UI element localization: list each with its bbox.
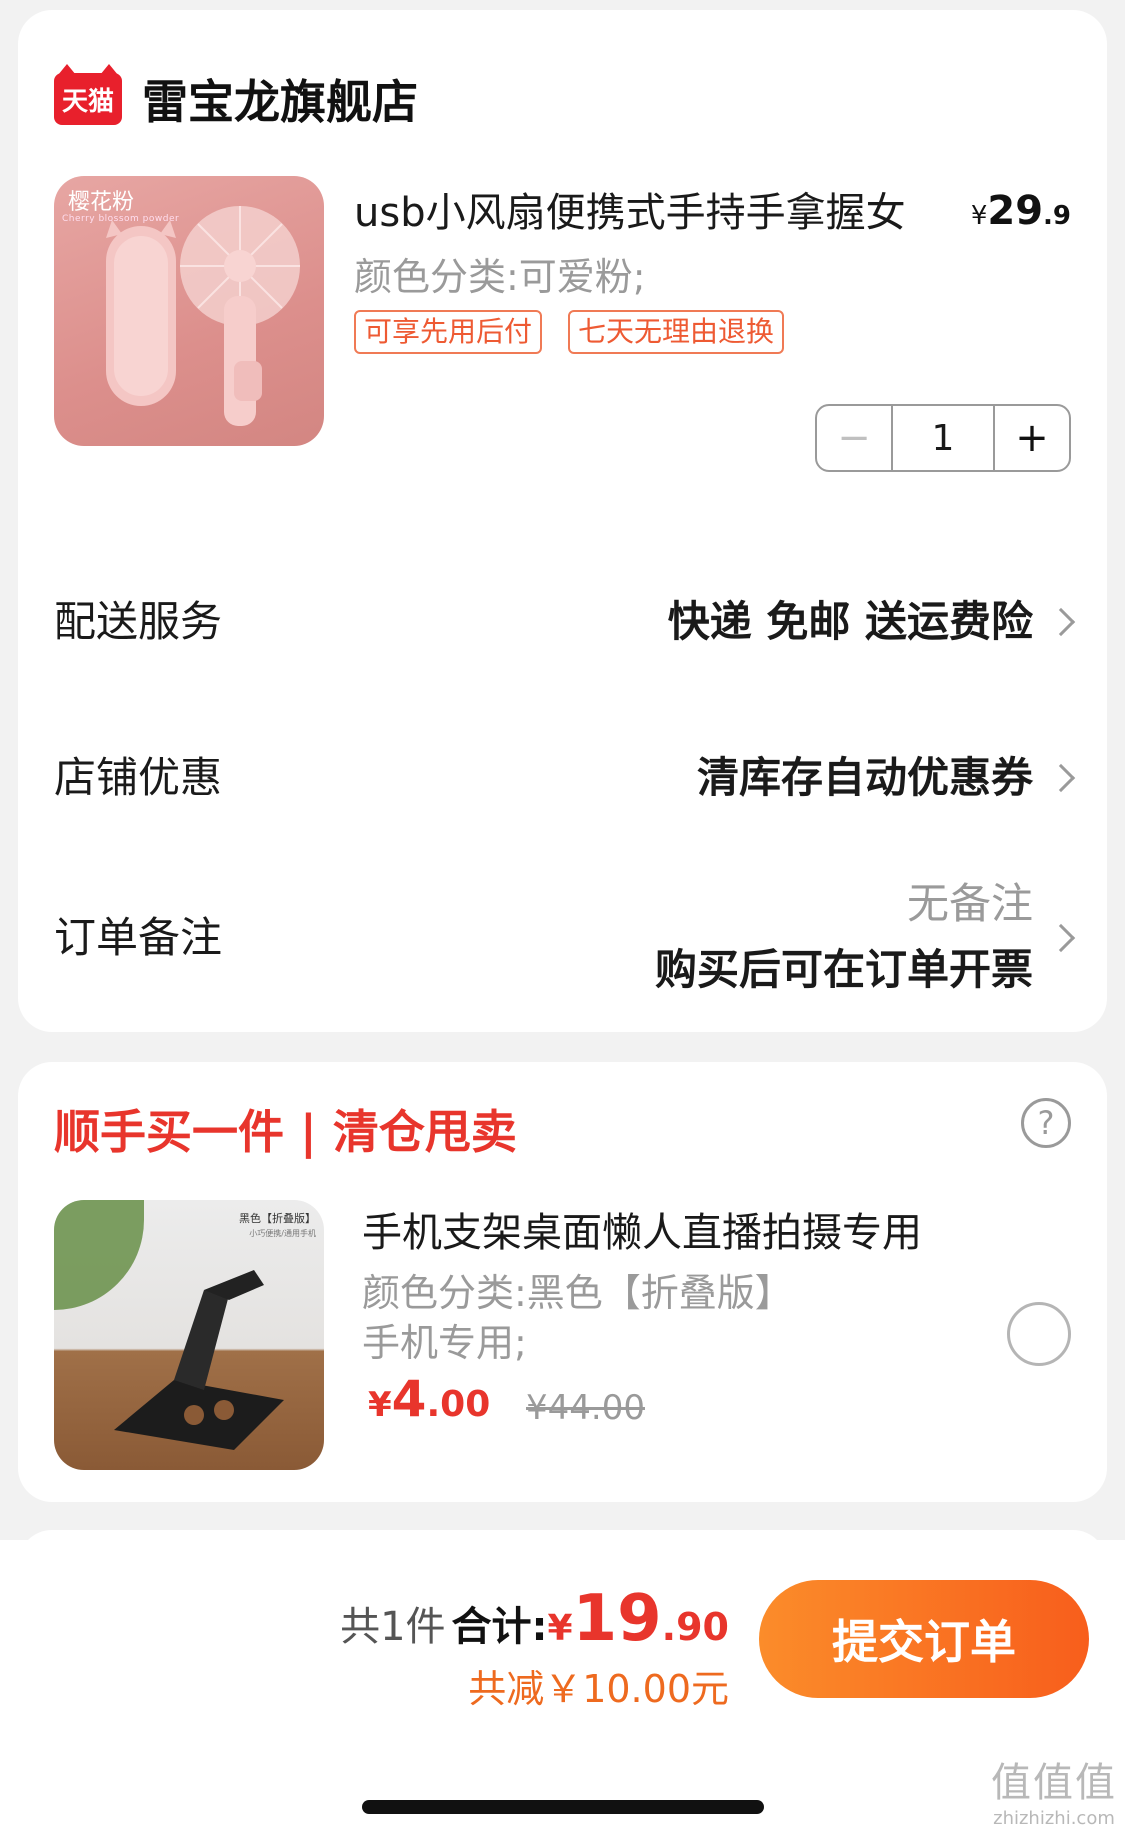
total-label: 合计: [451, 1604, 548, 1650]
total-integer: 19 [572, 1582, 662, 1656]
coupon-label: 店铺优惠 [54, 753, 223, 802]
tag-return-policy: 七天无理由退换 [568, 310, 785, 354]
submit-order-button[interactable]: 提交订单 [759, 1580, 1089, 1698]
watermark-url: zhizhizhi.com [993, 1808, 1115, 1829]
price-integer: 29 [987, 188, 1044, 234]
decrement-button[interactable]: − [817, 406, 891, 470]
addon-product-title[interactable]: 手机支架桌面懒人直播拍摄专用 [362, 1200, 922, 1258]
total-currency: ¥ [547, 1608, 573, 1649]
chevron-right-icon [1046, 763, 1076, 793]
shop-name[interactable]: 雷宝龙旗舰店 [142, 66, 418, 132]
site-watermark: 值值值 zhizhizhi.com [991, 1750, 1117, 1829]
item-count: 共1件 [340, 1604, 446, 1650]
deal-integer: 4 [391, 1370, 427, 1428]
deal-decimal: .00 [426, 1384, 491, 1425]
shop-header[interactable]: 天猫 雷宝龙旗舰店 [54, 64, 418, 132]
thumb-label: 樱花粉 [68, 190, 135, 215]
stand-thumb-label: 黑色【折叠版】 [239, 1212, 316, 1225]
shop-order-card: 天猫 雷宝龙旗舰店 樱花粉 Cherry blossom powder usb小… [18, 10, 1107, 1032]
note-value: 无备注 [906, 879, 1033, 928]
deal-currency: ¥ [368, 1385, 392, 1425]
quantity-stepper: − 1 + [815, 404, 1071, 472]
addon-deal-price: ¥4.00 [368, 1370, 490, 1428]
product-title[interactable]: usb小风扇便携式手持手拿握女 [354, 180, 906, 238]
tag-pay-later: 可享先用后付 [354, 310, 543, 354]
addon-spec-line1: 颜色分类:黑色【折叠版】 [362, 1271, 793, 1315]
addon-original-price: ¥44.00 [526, 1388, 645, 1428]
order-total: 共1件 合计:¥19.90 [340, 1582, 729, 1656]
delivery-label: 配送服务 [54, 597, 223, 646]
coupon-value: 清库存自动优惠券 [696, 753, 1033, 802]
stand-illustration [114, 1270, 284, 1450]
addon-card: 顺手买一件 | 清仓甩卖 ? 黑色【折叠版】 小巧便携/通用手机 手机支架桌面懒… [18, 1062, 1107, 1502]
quantity-value[interactable]: 1 [891, 406, 995, 470]
note-invoice-hint: 购买后可在订单开票 [654, 945, 1033, 994]
addon-title: 顺手买一件 | 清仓甩卖 [54, 1105, 517, 1159]
note-label: 订单备注 [54, 913, 223, 962]
addon-spec-line2: 手机专用; [362, 1321, 527, 1365]
total-decimal: .90 [661, 1605, 729, 1649]
product-image-stand[interactable]: 黑色【折叠版】 小巧便携/通用手机 [54, 1200, 324, 1470]
price-decimal: .9 [1043, 201, 1071, 231]
watermark-logo: 值值值 [991, 1760, 1117, 1806]
chevron-right-icon [1046, 923, 1076, 953]
checkout-bar: 共1件 合计:¥19.90 共减￥10.00元 提交订单 值值值 zhizhizh… [0, 1540, 1125, 1837]
stand-thumb-sub: 小巧便携/通用手机 [249, 1229, 316, 1238]
delivery-value: 快递 免邮 送运费险 [667, 597, 1033, 646]
product-price: ¥29.9 [971, 188, 1071, 234]
discount-total: 共减￥10.00元 [468, 1667, 729, 1711]
chevron-right-icon [1046, 607, 1076, 637]
product-spec[interactable]: 颜色分类:可爱粉; [354, 246, 646, 301]
addon-select-radio[interactable] [1007, 1302, 1071, 1366]
home-indicator[interactable] [362, 1800, 764, 1814]
increment-button[interactable]: + [995, 406, 1069, 470]
tmall-logo: 天猫 [54, 64, 122, 125]
product-image-fan[interactable]: 樱花粉 Cherry blossom powder [54, 176, 324, 446]
help-icon[interactable]: ? [1021, 1098, 1071, 1148]
thumb-sublabel: Cherry blossom powder [62, 214, 180, 224]
price-currency: ¥ [970, 201, 988, 231]
